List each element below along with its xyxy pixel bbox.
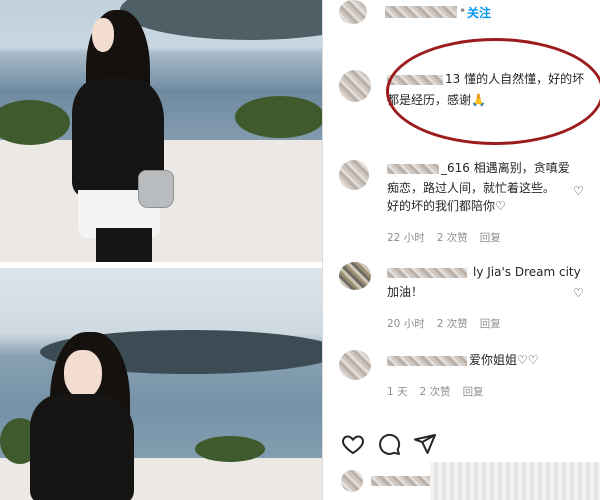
like-comment-icon[interactable]: ♡	[573, 184, 584, 198]
comment-text-line: 痴恋，路过人间，就忙着这些。	[387, 181, 556, 195]
comment-avatar[interactable]	[339, 350, 371, 380]
comment-meta: 1 天 2 次赞 回复	[387, 384, 496, 399]
comment-likes[interactable]: 2 次赞	[437, 318, 468, 330]
photo-column	[0, 0, 322, 500]
comment-time: 22 小时	[387, 232, 425, 244]
watermark-blurred	[430, 462, 600, 500]
comment-username-blurred[interactable]	[387, 268, 467, 278]
comment-meta: 20 小时 2 次赞 回复	[387, 316, 513, 331]
highlight-circle	[386, 38, 600, 145]
reply-button[interactable]: 回复	[480, 232, 501, 244]
poster-avatar[interactable]	[339, 0, 367, 24]
follow-dot: •	[459, 4, 467, 18]
poster-username-blurred[interactable]	[385, 6, 457, 18]
post-photo-bottom[interactable]	[0, 268, 322, 500]
comment-avatar[interactable]	[339, 70, 371, 102]
comment-meta: 22 小时 2 次赞 回复	[387, 230, 513, 245]
comment-time: 20 小时	[387, 318, 425, 330]
liked-by-avatar[interactable]	[341, 470, 363, 492]
distant-hill	[120, 0, 322, 40]
comment-time: 1 天	[387, 386, 408, 398]
liked-by-text-blurred[interactable]	[371, 476, 431, 486]
black-pants	[96, 228, 152, 262]
comment-text-line: 加油！	[387, 285, 424, 299]
heart-icon[interactable]	[341, 432, 365, 462]
reply-button[interactable]: 回复	[480, 318, 501, 330]
comment-username-blurred[interactable]	[387, 164, 439, 174]
comment-avatar[interactable]	[339, 160, 369, 190]
comment-text-line: ly Jia's Dream city	[473, 265, 581, 279]
like-comment-icon[interactable]: ♡	[573, 286, 584, 300]
share-icon[interactable]	[413, 432, 437, 462]
follow-button[interactable]: 关注	[467, 4, 491, 21]
comment-panel: • 关注 13 懂的人自然懂，好的坏 都是经历，感谢🙏 _616 相遇离别，贪嗔…	[323, 0, 600, 500]
comment-text-line: 好的坏的我们都陪你♡	[387, 199, 506, 213]
black-jacket	[30, 394, 134, 500]
bush-right	[195, 436, 265, 462]
comment-likes[interactable]: 2 次赞	[437, 232, 468, 244]
comment-avatar[interactable]	[339, 262, 371, 290]
post-photo-top[interactable]	[0, 0, 322, 262]
woman-face	[92, 18, 114, 52]
post-action-bar	[341, 432, 437, 462]
woman-face	[64, 350, 102, 398]
crossbody-bag	[138, 170, 174, 208]
comment-likes[interactable]: 2 次赞	[420, 386, 451, 398]
reply-button[interactable]: 回复	[463, 386, 484, 398]
comment-text-line: _616 相遇离别，贪嗔爱	[441, 161, 570, 175]
comment-text-line: 爱你姐姐♡♡	[469, 353, 539, 367]
bush-right	[235, 96, 322, 138]
comment-icon[interactable]	[377, 432, 401, 462]
bush-left	[0, 100, 70, 145]
comment-username-blurred[interactable]	[387, 356, 467, 366]
